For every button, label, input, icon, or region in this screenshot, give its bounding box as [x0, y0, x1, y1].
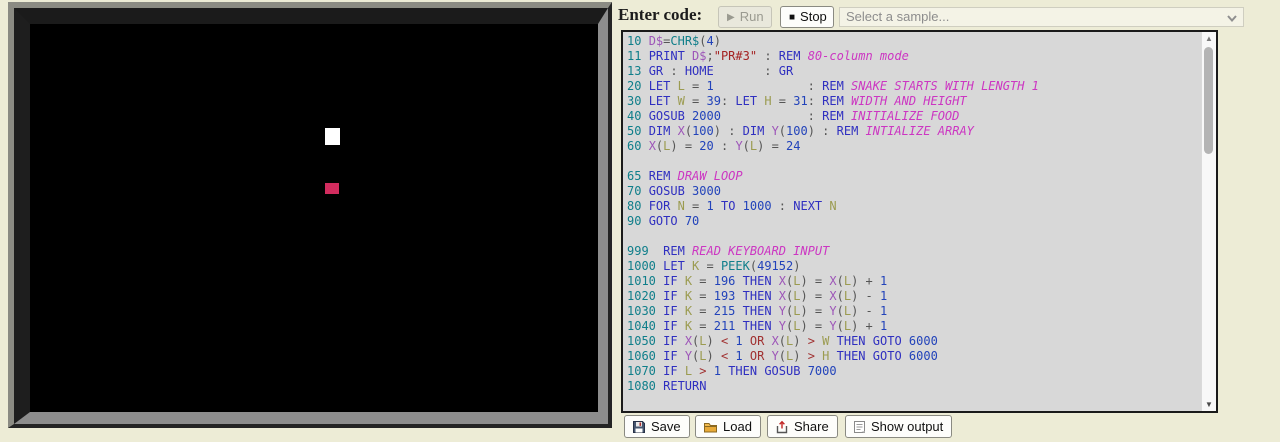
chevron-down-icon	[1225, 11, 1239, 25]
graphics-screen[interactable]	[30, 24, 598, 412]
load-button[interactable]: Load	[695, 415, 761, 438]
code-line: 80 FOR N = 1 TO 1000 : NEXT N	[627, 199, 1200, 214]
save-button-label: Save	[651, 416, 681, 437]
code-line: 90 GOTO 70	[627, 214, 1200, 229]
document-icon	[853, 420, 866, 434]
share-icon	[775, 420, 789, 434]
sample-select-placeholder: Select a sample...	[846, 9, 949, 24]
code-line: 999 REM READ KEYBOARD INPUT	[627, 244, 1200, 259]
code-line	[627, 394, 1200, 409]
code-line: 11 PRINT D$;"PR#3" : REM 80-column mode	[627, 49, 1200, 64]
code-line: 50 DIM X(100) : DIM Y(100) : REM INTIALI…	[627, 124, 1200, 139]
code-line: 40 GOSUB 2000 : REM INITIALIZE FOOD	[627, 109, 1200, 124]
code-line: 1050 IF X(L) < 1 OR X(L) > W THEN GOTO 6…	[627, 334, 1200, 349]
food-block	[325, 183, 339, 194]
code-line: 1080 RETURN	[627, 379, 1200, 394]
code-line: 1030 IF K = 215 THEN Y(L) = Y(L) - 1	[627, 304, 1200, 319]
jsbasic-app: Enter code: ▶ Run ■ Stop Select a sample..…	[0, 0, 1280, 442]
code-line: 1060 IF Y(L) < 1 OR Y(L) > H THEN GOTO 6…	[627, 349, 1200, 364]
code-line: 1020 IF K = 193 THEN X(L) = X(L) - 1	[627, 289, 1200, 304]
show-output-button-label: Show output	[871, 416, 943, 437]
share-button-label: Share	[794, 416, 829, 437]
editor-scrollbar[interactable]: ▲ ▼	[1201, 32, 1216, 411]
code-line: 10 D$=CHR$(4)	[627, 34, 1200, 49]
run-button-label: Run	[740, 9, 764, 24]
code-line: 20 LET L = 1 : REM SNAKE STARTS WITH LEN…	[627, 79, 1200, 94]
folder-icon	[703, 420, 718, 434]
code-line: 65 REM DRAW LOOP	[627, 169, 1200, 184]
stop-button-label: Stop	[800, 9, 827, 24]
snake-block	[325, 128, 340, 145]
code-line: 13 GR : HOME : GR	[627, 64, 1200, 79]
play-icon: ▶	[727, 12, 735, 23]
run-button[interactable]: ▶ Run	[718, 6, 772, 28]
stop-button[interactable]: ■ Stop	[780, 6, 834, 28]
code-lines: 10 D$=CHR$(4)11 PRINT D$;"PR#3" : REM 80…	[627, 34, 1200, 413]
display-inner-frame	[14, 8, 608, 424]
code-editor[interactable]: 10 D$=CHR$(4)11 PRINT D$;"PR#3" : REM 80…	[621, 30, 1218, 413]
code-line: 1040 IF K = 211 THEN Y(L) = Y(L) + 1	[627, 319, 1200, 334]
scroll-down-icon[interactable]: ▼	[1202, 398, 1216, 411]
code-line: 60 X(L) = 20 : Y(L) = 24	[627, 139, 1200, 154]
stop-icon: ■	[789, 12, 795, 23]
code-line: 70 GOSUB 3000	[627, 184, 1200, 199]
code-line: 1010 IF K = 196 THEN X(L) = X(L) + 1	[627, 274, 1200, 289]
code-line: 1000 LET K = PEEK(49152)	[627, 259, 1200, 274]
save-button[interactable]: Save	[624, 415, 690, 438]
code-line	[627, 229, 1200, 244]
scroll-up-icon[interactable]: ▲	[1202, 32, 1216, 45]
display-bezel	[8, 2, 612, 428]
share-button[interactable]: Share	[767, 415, 838, 438]
load-button-label: Load	[723, 416, 752, 437]
sample-select[interactable]: Select a sample...	[839, 7, 1244, 27]
code-line	[627, 154, 1200, 169]
code-line: 30 LET W = 39: LET H = 31: REM WIDTH AND…	[627, 94, 1200, 109]
code-line: 1070 IF L > 1 THEN GOSUB 7000	[627, 364, 1200, 379]
floppy-disk-icon	[632, 420, 646, 434]
code-line: 1999 REM INITIALIZE FOOD	[627, 409, 1200, 413]
enter-code-label: Enter code:	[618, 5, 702, 25]
scrollbar-thumb[interactable]	[1204, 47, 1213, 154]
show-output-button[interactable]: Show output	[845, 415, 952, 438]
